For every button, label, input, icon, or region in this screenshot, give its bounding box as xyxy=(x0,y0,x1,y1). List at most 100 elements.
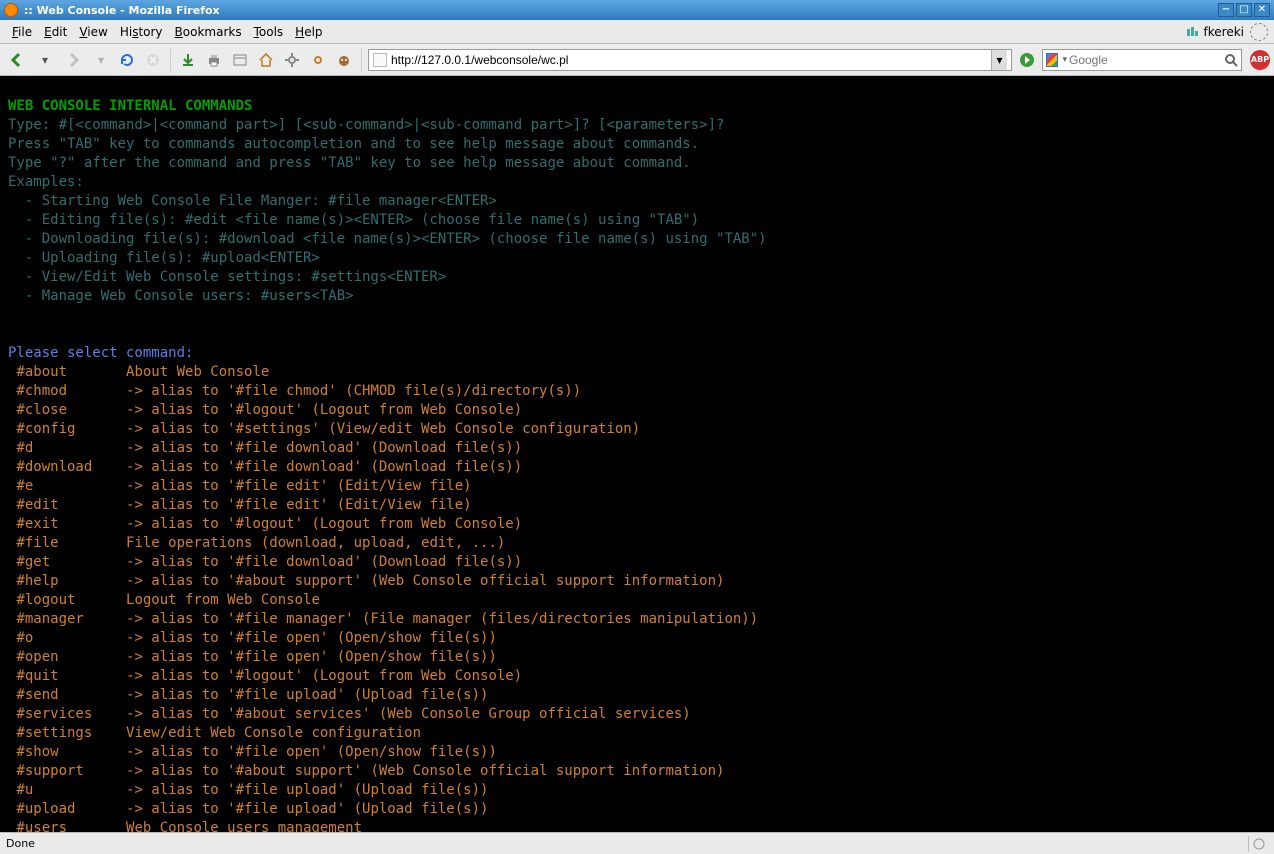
command-desc: -> alias to '#file edit' (Edit/View file… xyxy=(126,477,472,496)
greasemonkey-button[interactable] xyxy=(333,49,355,71)
throbber-icon xyxy=(1250,23,1268,41)
settings-gear-button[interactable] xyxy=(281,49,303,71)
minimize-button[interactable]: − xyxy=(1218,3,1234,17)
back-dropdown[interactable]: ▾ xyxy=(34,49,56,71)
menu-view[interactable]: View xyxy=(73,23,113,41)
command-desc: -> alias to '#file open' (Open/show file… xyxy=(126,629,497,648)
adblock-icon[interactable]: ABP xyxy=(1250,50,1270,70)
command-name: #quit xyxy=(8,667,126,686)
security-lock-icon[interactable] xyxy=(1248,836,1268,852)
console-command-row: #about About Web Console xyxy=(8,363,1266,382)
menu-help[interactable]: Help xyxy=(289,23,328,41)
command-desc: -> alias to '#file upload' (Upload file(… xyxy=(126,781,488,800)
search-input[interactable] xyxy=(1069,53,1224,67)
console-command-row: #close -> alias to '#logout' (Logout fro… xyxy=(8,401,1266,420)
console-command-row: #upload -> alias to '#file upload' (Uplo… xyxy=(8,800,1266,819)
user-badge[interactable]: fkereki xyxy=(1180,25,1250,39)
command-name: #edit xyxy=(8,496,126,515)
command-desc: -> alias to '#about support' (Web Consol… xyxy=(126,762,724,781)
search-engine-dropdown[interactable]: ▾ xyxy=(1062,55,1067,65)
addons-gear-button[interactable] xyxy=(307,49,329,71)
menu-tools[interactable]: Tools xyxy=(248,23,290,41)
command-name: #get xyxy=(8,553,126,572)
command-name: #show xyxy=(8,743,126,762)
menu-bookmarks[interactable]: Bookmarks xyxy=(169,23,248,41)
user-badge-icon xyxy=(1186,25,1200,39)
command-name: #open xyxy=(8,648,126,667)
command-desc: -> alias to '#file edit' (Edit/View file… xyxy=(126,496,472,515)
menu-edit[interactable]: Edit xyxy=(38,23,73,41)
command-desc: View/edit Web Console configuration xyxy=(126,724,421,743)
downloads-button[interactable] xyxy=(177,49,199,71)
window-title: :: Web Console - Mozilla Firefox xyxy=(24,4,1218,17)
console-command-row: #edit -> alias to '#file edit' (Edit/Vie… xyxy=(8,496,1266,515)
console-command-row: #o -> alias to '#file open' (Open/show f… xyxy=(8,629,1266,648)
maximize-button[interactable]: □ xyxy=(1236,3,1252,17)
command-name: #services xyxy=(8,705,126,724)
command-name: #support xyxy=(8,762,126,781)
command-name: #u xyxy=(8,781,126,800)
forward-dropdown[interactable]: ▾ xyxy=(90,49,112,71)
console-command-row: #show -> alias to '#file open' (Open/sho… xyxy=(8,743,1266,762)
back-button[interactable] xyxy=(4,47,30,73)
search-bar[interactable]: ▾ xyxy=(1042,49,1242,71)
menubar: File Edit View History Bookmarks Tools H… xyxy=(0,20,1274,44)
search-go-button[interactable] xyxy=(1224,52,1238,68)
command-desc: -> alias to '#file download' (Download f… xyxy=(126,458,522,477)
console-command-row: #e -> alias to '#file edit' (Edit/View f… xyxy=(8,477,1266,496)
console-help-block: Type: #[<command>|<command part>] [<sub-… xyxy=(8,116,1266,306)
statusbar: Done xyxy=(0,832,1274,854)
command-name: #help xyxy=(8,572,126,591)
console-command-row: #send -> alias to '#file upload' (Upload… xyxy=(8,686,1266,705)
command-name: #chmod xyxy=(8,382,126,401)
command-name: #file xyxy=(8,534,126,553)
site-identity-icon[interactable] xyxy=(373,53,387,67)
stop-button[interactable] xyxy=(142,49,164,71)
url-history-dropdown[interactable]: ▾ xyxy=(991,50,1007,70)
console-command-row: #services -> alias to '#about services' … xyxy=(8,705,1266,724)
address-bar[interactable]: ▾ xyxy=(368,49,1012,71)
command-desc: -> alias to '#file upload' (Upload file(… xyxy=(126,800,488,819)
command-name: #logout xyxy=(8,591,126,610)
history-button[interactable] xyxy=(229,49,251,71)
console-command-row: #users Web Console users management xyxy=(8,819,1266,832)
window-titlebar: :: Web Console - Mozilla Firefox − □ ✕ xyxy=(0,0,1274,20)
command-name: #e xyxy=(8,477,126,496)
console-header: WEB CONSOLE INTERNAL COMMANDS xyxy=(8,98,252,114)
print-button[interactable] xyxy=(203,49,225,71)
command-desc: -> alias to '#file download' (Download f… xyxy=(126,553,522,572)
command-desc: -> alias to '#logout' (Logout from Web C… xyxy=(126,401,522,420)
console-command-row: #support -> alias to '#about support' (W… xyxy=(8,762,1266,781)
command-desc: -> alias to '#settings' (View/edit Web C… xyxy=(126,420,640,439)
command-desc: Logout from Web Console xyxy=(126,591,320,610)
console-command-row: #config -> alias to '#settings' (View/ed… xyxy=(8,420,1266,439)
reload-button[interactable] xyxy=(116,49,138,71)
console-command-row: #open -> alias to '#file open' (Open/sho… xyxy=(8,648,1266,667)
menu-file[interactable]: File xyxy=(6,23,38,41)
command-desc: -> alias to '#file manager' (File manage… xyxy=(126,610,758,629)
console-command-row: #chmod -> alias to '#file chmod' (CHMOD … xyxy=(8,382,1266,401)
menu-history[interactable]: History xyxy=(114,23,169,41)
command-desc: -> alias to '#file download' (Download f… xyxy=(126,439,522,458)
status-text: Done xyxy=(6,837,1248,850)
command-name: #close xyxy=(8,401,126,420)
close-button[interactable]: ✕ xyxy=(1254,3,1270,17)
go-button[interactable] xyxy=(1016,49,1038,71)
command-name: #o xyxy=(8,629,126,648)
command-name: #upload xyxy=(8,800,126,819)
console-command-row: #exit -> alias to '#logout' (Logout from… xyxy=(8,515,1266,534)
command-desc: -> alias to '#file open' (Open/show file… xyxy=(126,648,497,667)
search-engine-icon[interactable] xyxy=(1046,53,1058,67)
command-name: #manager xyxy=(8,610,126,629)
command-name: #download xyxy=(8,458,126,477)
url-input[interactable] xyxy=(391,53,991,67)
home-button[interactable] xyxy=(255,49,277,71)
web-console-output[interactable]: WEB CONSOLE INTERNAL COMMANDS Type: #[<c… xyxy=(0,76,1274,832)
command-desc: -> alias to '#file upload' (Upload file(… xyxy=(126,686,488,705)
console-command-row: #logout Logout from Web Console xyxy=(8,591,1266,610)
command-desc: -> alias to '#logout' (Logout from Web C… xyxy=(126,667,522,686)
forward-button[interactable] xyxy=(60,47,86,73)
command-desc: About Web Console xyxy=(126,363,269,382)
console-command-row: #u -> alias to '#file upload' (Upload fi… xyxy=(8,781,1266,800)
command-desc: Web Console users management xyxy=(126,819,362,832)
